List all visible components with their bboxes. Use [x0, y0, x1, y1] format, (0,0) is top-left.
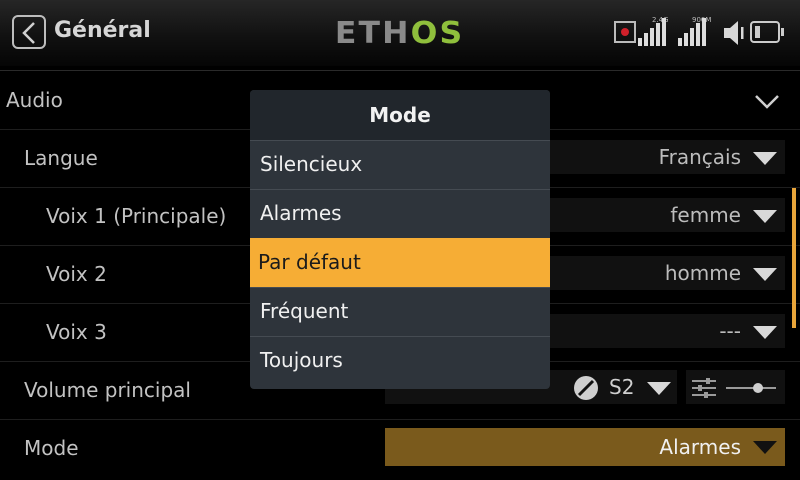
logo-text-left: ETH [334, 16, 411, 51]
option-par-defaut[interactable]: Par défaut [250, 238, 550, 287]
option-label: Alarmes [260, 201, 342, 225]
top-bar: Général ETHOS 2.4G 900M [0, 0, 800, 66]
caret-down-icon [753, 210, 777, 223]
select-value: Alarmes [659, 435, 741, 459]
chevron-left-icon [22, 22, 35, 44]
caret-down-icon [753, 268, 777, 281]
record-icon [614, 21, 636, 43]
select-value: Français [658, 145, 741, 169]
back-button[interactable] [12, 15, 46, 49]
row-label: Volume principal [24, 378, 191, 402]
sliders-icon [692, 378, 776, 398]
option-label: Toujours [260, 348, 343, 372]
disabled-icon [574, 376, 598, 400]
logo-text-right: OS [410, 16, 465, 51]
section-label: Audio [6, 88, 63, 112]
chevron-down-icon [755, 95, 779, 109]
mode-dialog: Mode Silencieux Alarmes Par défaut Fréqu… [250, 90, 550, 389]
mode-select[interactable]: Alarmes [385, 428, 785, 466]
option-label: Silencieux [260, 152, 363, 176]
option-silencieux[interactable]: Silencieux [250, 140, 550, 189]
row-label: Langue [24, 146, 98, 170]
option-alarmes[interactable]: Alarmes [250, 189, 550, 238]
signal-2g4-icon: 2.4G [638, 16, 669, 46]
caret-down-icon [753, 326, 777, 339]
row-label: Mode [24, 436, 79, 460]
switch-value: S2 [609, 375, 635, 399]
caret-down-icon [647, 382, 671, 395]
dialog-header: Mode [250, 90, 550, 140]
row-mode: Mode Alarmes [0, 420, 800, 478]
select-value: --- [719, 319, 741, 343]
battery-icon [750, 21, 784, 43]
caret-down-icon [753, 152, 777, 165]
row-label: Voix 2 [46, 262, 107, 286]
signal-2g4-label: 2.4G [652, 16, 669, 24]
dialog-title: Mode [369, 103, 431, 127]
option-label: Fréquent [260, 299, 349, 323]
row-label: Voix 1 (Principale) [46, 204, 227, 228]
option-frequent[interactable]: Fréquent [250, 287, 550, 336]
select-value: femme [670, 203, 741, 227]
divider [0, 70, 800, 71]
option-label: Par défaut [258, 250, 361, 274]
speaker-icon [724, 21, 744, 45]
select-value: homme [664, 261, 741, 285]
ethos-logo: ETHOS [335, 16, 464, 51]
scrollbar[interactable] [792, 188, 796, 328]
option-toujours[interactable]: Toujours [250, 336, 550, 385]
row-label: Voix 3 [46, 320, 107, 344]
signal-900m-icon: 900M [678, 16, 711, 46]
caret-down-icon [753, 441, 777, 454]
page-title: Général [54, 18, 151, 43]
volume-adjust-button[interactable] [686, 370, 785, 404]
